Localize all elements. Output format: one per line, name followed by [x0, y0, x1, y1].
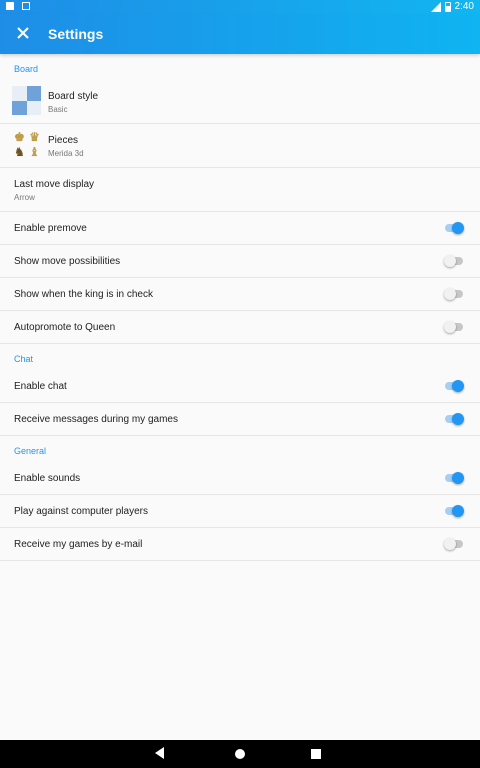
chess-pieces-icon: ♚ ♛ ♞ ♝: [14, 130, 40, 159]
toggle-switch[interactable]: [444, 321, 463, 333]
pref-title: Enable sounds: [14, 473, 81, 484]
pref-summary: Merida 3d: [48, 149, 84, 158]
toggle-switch[interactable]: [444, 255, 463, 267]
signal-icon: [430, 2, 441, 12]
status-bar: 2:40: [0, 0, 480, 14]
toggle-switch[interactable]: [444, 288, 463, 300]
clock: 2:40: [454, 1, 474, 12]
pref-title: Autopromote to Queen: [14, 322, 116, 333]
pref-show-move-possibilities[interactable]: Show move possibilities: [0, 245, 480, 278]
pref-summary: Arrow: [14, 193, 35, 202]
pref-title: Enable premove: [14, 223, 87, 234]
back-icon[interactable]: [155, 747, 164, 759]
pref-title: Receive my games by e-mail: [14, 539, 143, 550]
notification-icon: [6, 2, 14, 10]
home-icon[interactable]: [235, 749, 245, 759]
pref-autopromote-queen[interactable]: Autopromote to Queen: [0, 311, 480, 344]
toggle-switch[interactable]: [445, 505, 464, 517]
pref-enable-chat[interactable]: Enable chat: [0, 370, 480, 403]
page-title: Settings: [48, 26, 104, 42]
notification-icon: [22, 2, 30, 10]
pref-king-in-check[interactable]: Show when the king is in check: [0, 278, 480, 311]
toggle-switch[interactable]: [445, 413, 464, 425]
pref-email-games[interactable]: Receive my games by e-mail: [0, 528, 480, 561]
pref-title: Receive messages during my games: [14, 414, 178, 425]
app-bar: Settings: [0, 14, 480, 54]
pref-play-computer[interactable]: Play against computer players: [0, 495, 480, 528]
toggle-switch[interactable]: [444, 538, 463, 550]
settings-list: Board Board style Basic ♚ ♛ ♞ ♝ Pieces Meri…: [0, 54, 480, 561]
section-header-chat: Chat: [14, 354, 34, 364]
pref-title: Last move display: [14, 179, 95, 190]
recents-icon[interactable]: [311, 749, 321, 759]
pref-last-move-display[interactable]: Last move display Arrow: [0, 168, 480, 212]
pref-title: Play against computer players: [14, 506, 148, 517]
toggle-switch[interactable]: [445, 222, 464, 234]
pref-summary: Basic: [48, 105, 68, 114]
close-icon: [17, 27, 29, 39]
pref-pieces[interactable]: ♚ ♛ ♞ ♝ Pieces Merida 3d: [0, 124, 480, 168]
close-button[interactable]: [10, 20, 36, 46]
pref-board-style[interactable]: Board style Basic: [0, 80, 480, 124]
pref-title: Enable chat: [14, 381, 67, 392]
pref-title: Show move possibilities: [14, 256, 121, 267]
section-header-general: General: [14, 446, 47, 456]
pref-title: Board style: [48, 91, 99, 102]
toggle-switch[interactable]: [445, 380, 464, 392]
pref-enable-premove[interactable]: Enable premove: [0, 212, 480, 245]
section-header-board: Board: [14, 64, 39, 74]
pref-receive-messages[interactable]: Receive messages during my games: [0, 403, 480, 436]
board-style-icon: [12, 86, 41, 115]
navigation-bar: [0, 740, 480, 768]
pref-enable-sounds[interactable]: Enable sounds: [0, 462, 480, 495]
battery-icon: [444, 2, 451, 12]
pref-title: Show when the king is in check: [14, 289, 153, 300]
toggle-switch[interactable]: [445, 472, 464, 484]
pref-title: Pieces: [48, 135, 79, 146]
